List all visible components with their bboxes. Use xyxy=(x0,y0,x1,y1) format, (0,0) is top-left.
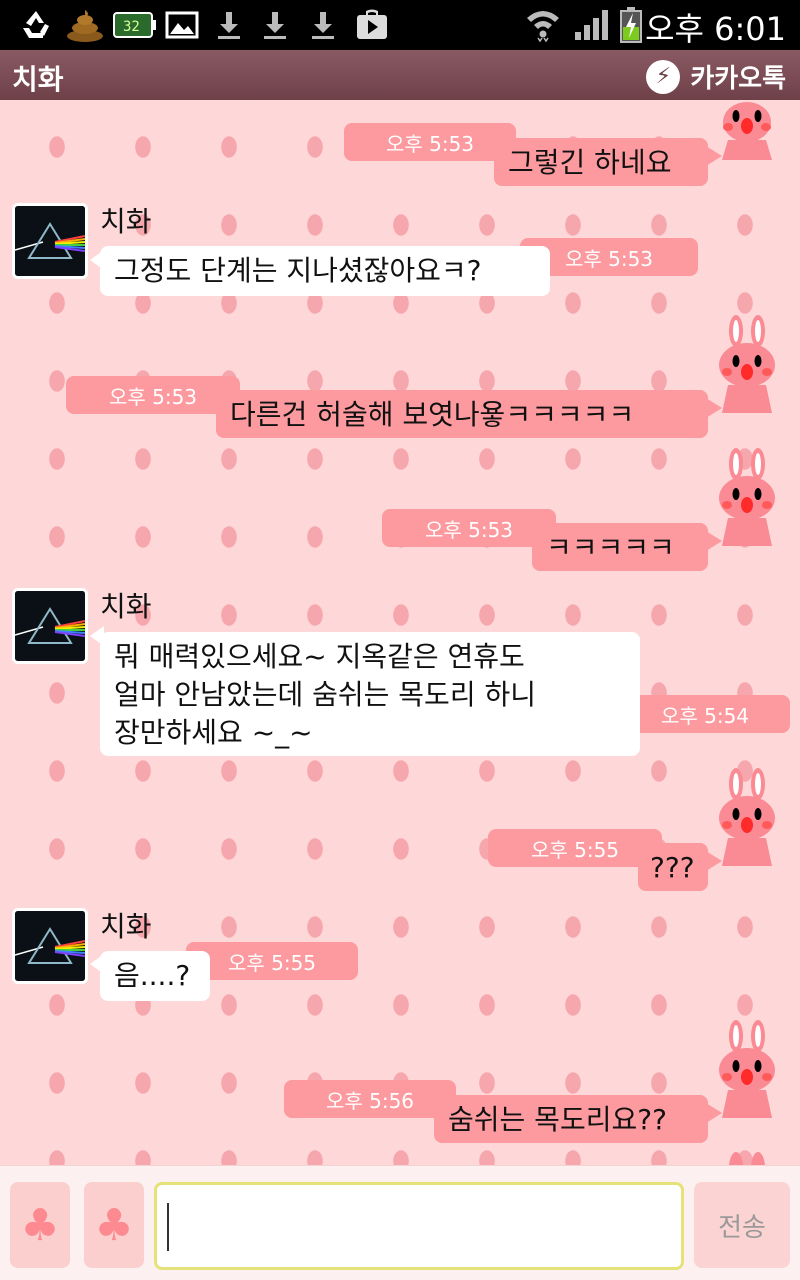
status-bar: 32 오후 6:01 xyxy=(0,0,800,50)
my-message-bubble[interactable]: ㅋㅋㅋㅋㅋ xyxy=(532,523,708,571)
message-text: ㅋㅋㅋㅋㅋ xyxy=(546,531,675,564)
message-time: 오후 5:56 xyxy=(284,1080,456,1118)
avatar[interactable] xyxy=(12,908,88,984)
chat-area[interactable]: 오후 5:53 그렇긴 하네요 치화 오후 5:53 그정도 단계는 지나셨잖아… xyxy=(0,100,800,1165)
message-text: 숨쉬는 목도리요?? xyxy=(448,1103,667,1136)
message-time: 오후 5:53 xyxy=(66,376,240,414)
message-text-line: 장만하세요 ~_~ xyxy=(114,716,313,749)
play-store-icon xyxy=(354,8,390,42)
message-input[interactable] xyxy=(154,1182,684,1270)
download-icon xyxy=(260,8,290,42)
other-message-bubble[interactable]: 음....? xyxy=(100,951,210,1001)
bunny-emoticon-icon xyxy=(714,448,780,548)
bunny-emoticon-icon xyxy=(714,315,780,415)
message-time: 오후 5:53 xyxy=(344,123,516,161)
bunny-emoticon-icon xyxy=(714,1020,780,1120)
bunny-emoticon-icon xyxy=(714,100,780,200)
message-time: 오후 5:55 xyxy=(488,829,662,867)
bunny-emoticon-icon xyxy=(714,1152,780,1165)
sticker-button[interactable]: ♣ xyxy=(84,1182,144,1268)
chat-title: 치화 xyxy=(12,63,64,96)
my-message-bubble[interactable]: 다른건 허술해 보엿나욯ㅋㅋㅋㅋㅋ xyxy=(216,390,708,438)
wifi-icon xyxy=(524,8,562,42)
brand-label: 카카오톡 xyxy=(690,64,786,94)
recycle-icon xyxy=(16,8,56,42)
kakaotalk-brand[interactable]: ⚡ 카카오톡 xyxy=(646,58,786,95)
my-message-bubble[interactable]: 그렇긴 하네요 xyxy=(494,138,708,186)
battery-charging-icon xyxy=(618,7,644,43)
sender-name: 치화 xyxy=(100,590,152,623)
other-message-bubble[interactable]: 뭐 매력있으세요~ 지옥같은 연휴도 얼마 안남았는데 숨쉬는 목도리 하니 장… xyxy=(100,632,640,756)
emoticon-button[interactable]: ♣ xyxy=(10,1182,70,1268)
avatar[interactable] xyxy=(12,203,88,279)
bubble-tail xyxy=(706,851,722,871)
poop-icon xyxy=(64,8,106,42)
text-caret xyxy=(167,1203,169,1251)
bubble-tail xyxy=(706,1103,722,1123)
message-text: 음....? xyxy=(114,959,191,992)
bubble-tail xyxy=(706,398,722,418)
my-message-bubble[interactable]: 숨쉬는 목도리요?? xyxy=(434,1095,708,1143)
avatar[interactable] xyxy=(12,588,88,664)
message-time: 오후 5:55 xyxy=(186,942,358,980)
message-text: 다른건 허술해 보엿나욯ㅋㅋㅋㅋㅋ xyxy=(230,398,635,431)
sender-name: 치화 xyxy=(100,910,152,943)
status-time: 오후 6:01 xyxy=(645,10,786,48)
bubble-tail xyxy=(706,531,722,551)
prism-avatar-icon xyxy=(15,206,85,276)
prism-avatar-icon xyxy=(15,591,85,661)
battery-level-text: 32 xyxy=(123,19,140,35)
send-button[interactable]: 전송 xyxy=(694,1182,790,1268)
clover-icon: ♣ xyxy=(20,1199,60,1251)
clover-icon: ♣ xyxy=(94,1199,134,1251)
download-icon xyxy=(308,8,338,42)
other-message-bubble[interactable]: 그정도 단계는 지나셨잖아요ㅋ? xyxy=(100,246,550,296)
title-bar: 치화 ⚡ 카카오톡 xyxy=(0,50,800,100)
message-text-line: 뭐 매력있으세요~ 지옥같은 연휴도 xyxy=(114,640,525,673)
message-text: 그정도 단계는 지나셨잖아요ㅋ? xyxy=(114,254,482,287)
bunny-emoticon-icon xyxy=(714,768,780,868)
message-time: 오후 5:54 xyxy=(620,695,790,733)
sender-name: 치화 xyxy=(100,205,152,238)
battery-widget-icon: 32 xyxy=(112,8,158,42)
message-time: 오후 5:53 xyxy=(382,509,556,547)
message-text: 그렇긴 하네요 xyxy=(508,146,672,179)
image-icon xyxy=(164,8,200,42)
input-bar: ♣ ♣ 전송 xyxy=(0,1165,800,1280)
my-message-bubble[interactable]: ??? xyxy=(638,843,708,891)
prism-avatar-icon xyxy=(15,911,85,981)
download-icon xyxy=(214,8,244,42)
message-text-line: 얼마 안남았는데 숨쉬는 목도리 하니 xyxy=(114,678,537,711)
kakaotalk-logo-icon: ⚡ xyxy=(646,59,681,94)
signal-icon xyxy=(572,8,610,42)
message-text: ??? xyxy=(650,851,695,884)
